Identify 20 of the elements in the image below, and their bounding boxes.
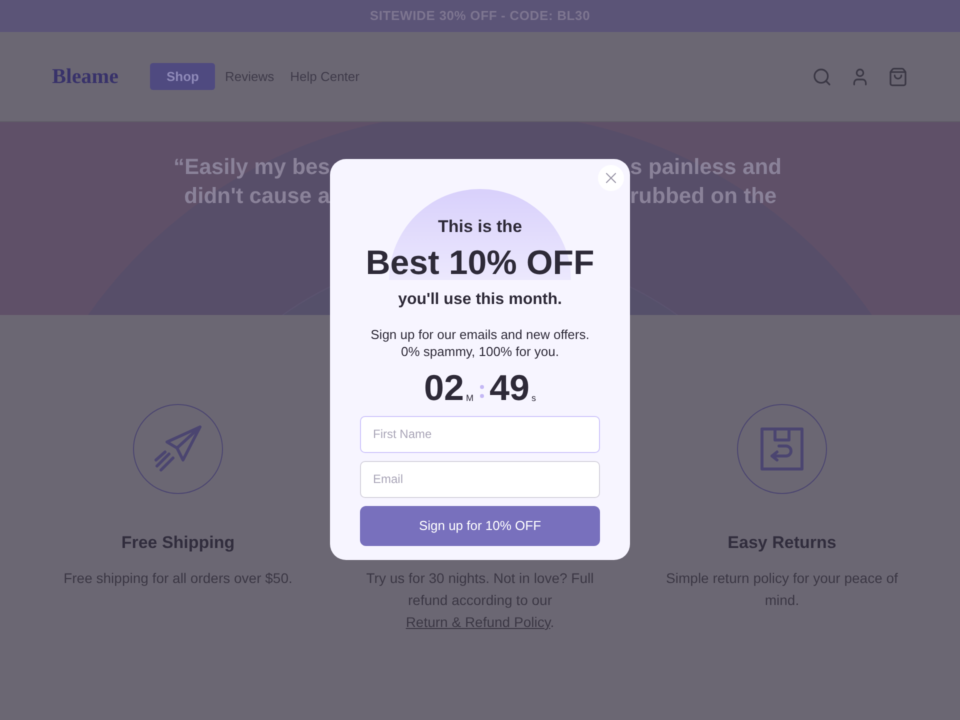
text-input-field[interactable]: Email	[360, 460, 600, 498]
cart-icon[interactable]	[888, 66, 908, 86]
feature-title: Free Shipping	[121, 532, 235, 554]
text-input-field[interactable]: First Name	[360, 416, 600, 452]
popup-eyebrow: This is the	[438, 216, 522, 238]
timer-unit: s	[532, 392, 536, 405]
popup-subline: you'll use this month.	[398, 290, 562, 310]
close-button[interactable]	[598, 165, 624, 191]
search-icon[interactable]	[812, 66, 832, 86]
popup-headline: Best 10% OFF	[366, 242, 594, 284]
feature-title: Easy Returns	[728, 532, 836, 554]
nav-link[interactable]: Shop	[150, 62, 215, 90]
timer-seconds: 49	[490, 368, 530, 408]
box-return-icon	[759, 426, 805, 472]
timer-unit: M	[466, 392, 474, 405]
popup-description: Sign up for our emails and new offers. 0% spammy, 100% for you.	[370, 326, 590, 360]
paper-plane-icon	[153, 424, 203, 474]
timer-separator-icon	[480, 384, 484, 398]
signup-button[interactable]: Sign up for 10% OFF	[360, 506, 600, 546]
timer-minutes: 02	[424, 368, 464, 408]
